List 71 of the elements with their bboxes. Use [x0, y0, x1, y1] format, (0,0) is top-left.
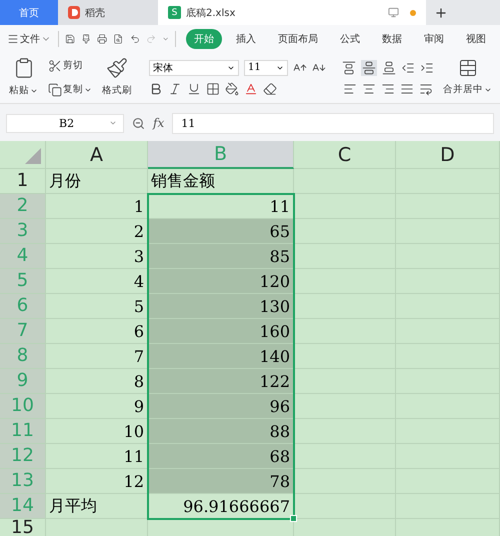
column-header[interactable]: A: [46, 141, 148, 169]
menu-icon: [7, 32, 19, 44]
caret-icon: [109, 119, 117, 127]
table-cell: 130: [148, 294, 294, 319]
unsaved-dot-icon: [410, 10, 416, 16]
justify-icon[interactable]: [400, 82, 414, 96]
table-cell: 78: [148, 469, 294, 494]
align-left-icon[interactable]: [343, 82, 357, 96]
align-bottom-icon[interactable]: [382, 60, 396, 74]
formula-field[interactable]: 11: [172, 112, 494, 134]
brush-icon[interactable]: [80, 32, 92, 46]
align-right-icon[interactable]: [381, 82, 395, 96]
table-cell: 85: [148, 244, 294, 269]
wrap-text-icon[interactable]: [419, 82, 433, 96]
table-cell: 68: [148, 444, 294, 469]
print-preview-icon[interactable]: [113, 32, 124, 46]
merge-center-button[interactable]: 合并居中: [442, 82, 493, 97]
document-tab[interactable]: S 底稿2.xlsx: [158, 0, 426, 25]
plus-icon: [434, 6, 448, 20]
paste-button[interactable]: 粘贴: [8, 83, 39, 98]
format-painter-button[interactable]: 格式刷: [101, 83, 133, 98]
table-cell: 96: [148, 394, 294, 419]
file-menu[interactable]: 文件: [6, 30, 52, 46]
document-tab[interactable]: 稻壳: [58, 0, 158, 25]
document-tab[interactable]: 首页: [0, 0, 58, 25]
ribbon-tab[interactable]: 数据: [374, 28, 410, 48]
column-header[interactable]: D: [396, 141, 500, 169]
table-cell: 160: [148, 319, 294, 344]
function-button[interactable]: fx: [153, 116, 164, 130]
copy-button[interactable]: 复制: [47, 82, 93, 98]
ribbon-tab[interactable]: 审阅: [416, 28, 452, 48]
fill-color-icon[interactable]: [225, 82, 239, 96]
table-cell: 120: [148, 269, 294, 294]
merge-cells-icon[interactable]: [458, 58, 478, 78]
table-cell: 月份: [46, 169, 148, 194]
ribbon-tab[interactable]: 公式: [332, 28, 368, 48]
align-center-icon[interactable]: [362, 82, 376, 96]
table-cell: 140: [148, 344, 294, 369]
table-cell: 销售金额: [148, 169, 294, 194]
align-top-icon[interactable]: [342, 60, 356, 74]
align-middle-icon: [362, 60, 376, 74]
copy-icon: [48, 82, 62, 96]
borders-icon[interactable]: [206, 82, 220, 96]
monitor-icon[interactable]: [388, 7, 399, 18]
zoom-icon[interactable]: [132, 116, 145, 130]
align-middle-button[interactable]: [361, 60, 377, 76]
ribbon-tab[interactable]: 插入: [228, 28, 264, 48]
font-size-field[interactable]: 11: [244, 60, 288, 76]
outdent-icon[interactable]: [401, 60, 415, 74]
ribbon-tab[interactable]: 页面布局: [270, 28, 326, 48]
ribbon-tab[interactable]: 视图: [458, 28, 494, 48]
cut-button[interactable]: 剪切: [47, 58, 84, 74]
fill-handle[interactable]: [290, 515, 297, 522]
indent-icon[interactable]: [420, 60, 434, 74]
italic-icon[interactable]: [168, 82, 182, 96]
table-cell: 122: [148, 369, 294, 394]
name-box[interactable]: B2: [6, 114, 124, 132]
eraser-icon[interactable]: [263, 82, 277, 96]
scissors-icon: [48, 58, 62, 72]
font-color-icon[interactable]: [244, 82, 258, 96]
docer-logo-icon: [68, 6, 80, 19]
bold-icon[interactable]: [149, 82, 163, 96]
underline-icon[interactable]: [187, 82, 201, 96]
print-icon[interactable]: [97, 32, 108, 46]
spreadsheet-logo-icon: S: [168, 6, 181, 19]
font-field[interactable]: 宋体: [149, 60, 239, 76]
table-cell: 88: [148, 419, 294, 444]
column-header[interactable]: C: [294, 141, 396, 169]
format-painter-icon[interactable]: [106, 57, 128, 79]
row-header[interactable]: 1: [0, 169, 46, 194]
table-cell: 65: [148, 219, 294, 244]
